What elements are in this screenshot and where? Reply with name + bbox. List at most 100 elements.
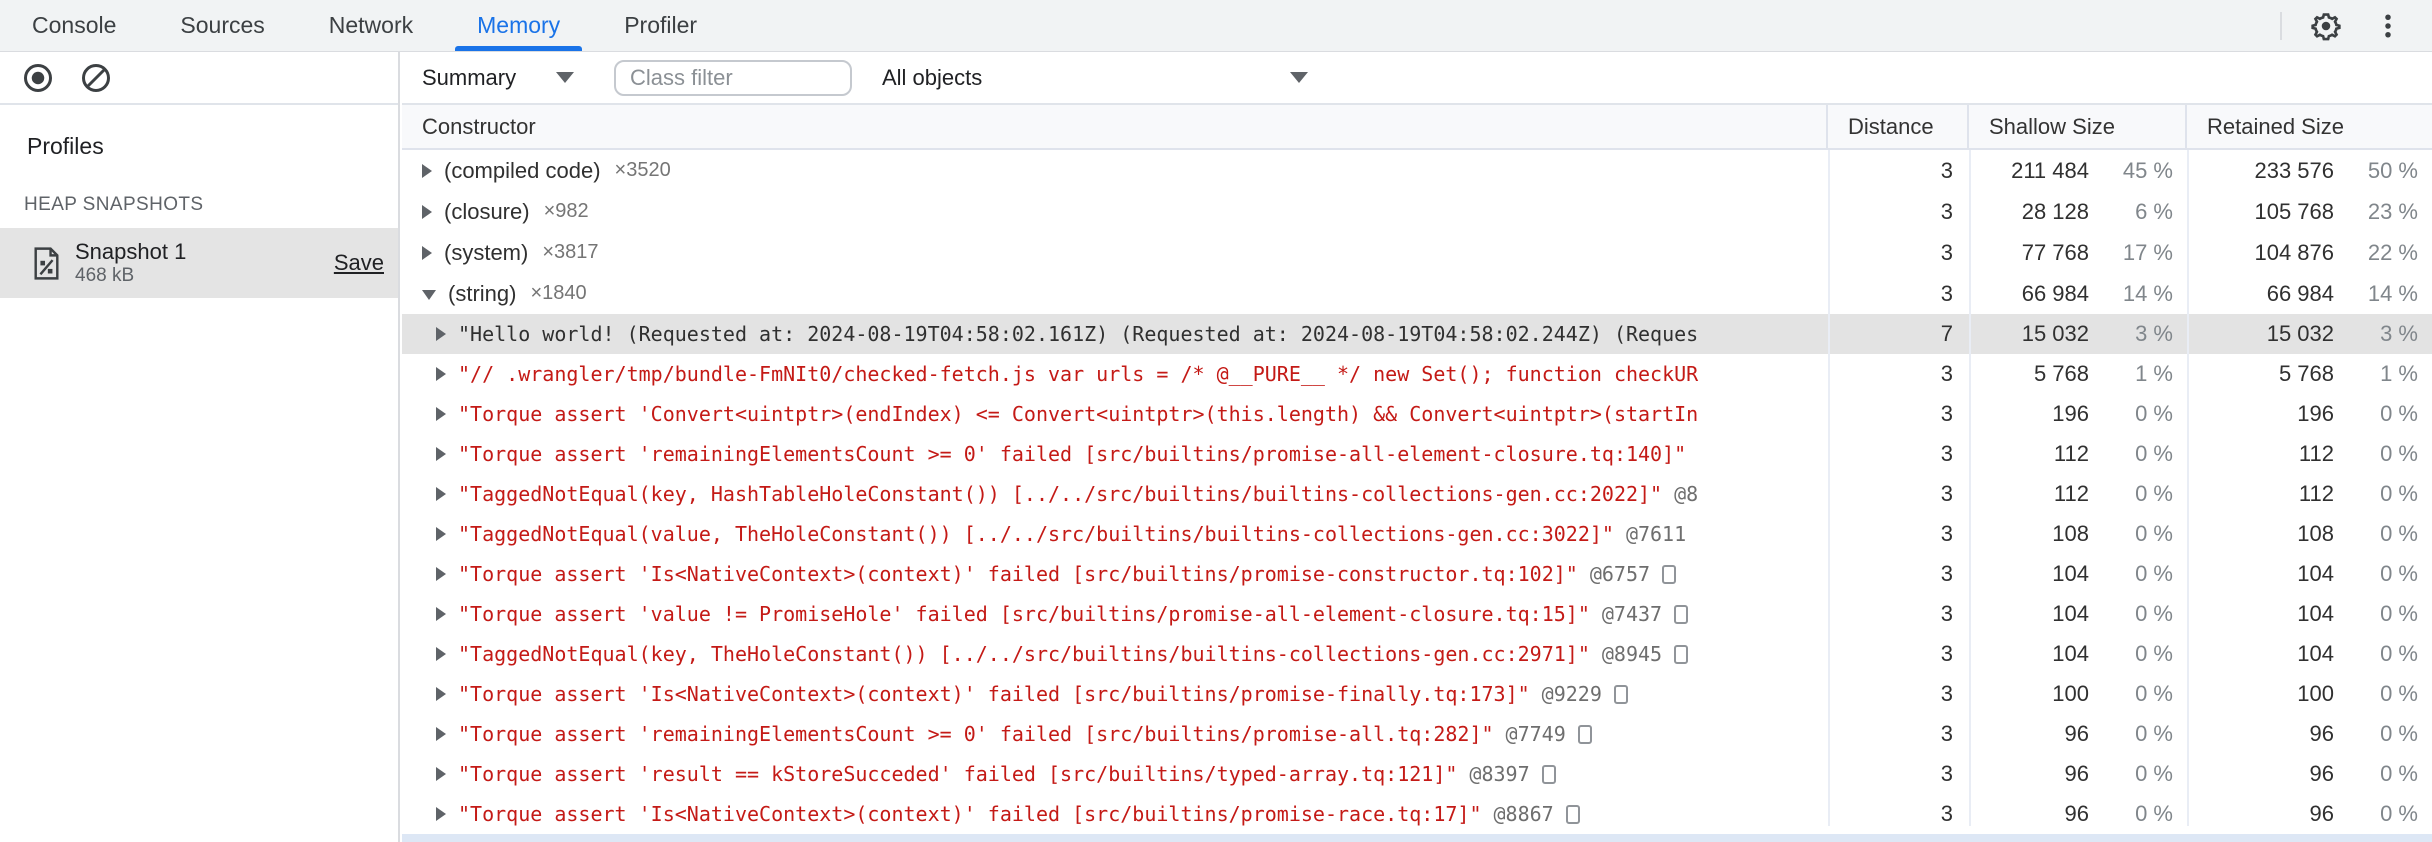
expand-arrow-icon[interactable] bbox=[422, 204, 432, 219]
reveal-icon[interactable] bbox=[1674, 644, 1689, 664]
expand-arrow-icon[interactable] bbox=[436, 567, 446, 581]
expand-arrow-icon[interactable] bbox=[436, 447, 446, 461]
shallow-size-percent: 0 % bbox=[2135, 801, 2173, 826]
shallow-size-percent: 0 % bbox=[2135, 721, 2173, 746]
string-object-row[interactable]: "TaggedNotEqual(key, TheHoleConstant()) … bbox=[402, 634, 2432, 674]
retained-size-percent: 0 % bbox=[2380, 561, 2418, 586]
constructor-name: (system) bbox=[444, 239, 529, 265]
retained-size-percent: 0 % bbox=[2380, 801, 2418, 826]
string-object-row[interactable]: "Torque assert 'value != PromiseHole' fa… bbox=[402, 594, 2432, 634]
reveal-icon[interactable] bbox=[1674, 604, 1689, 624]
column-header-distance[interactable]: Distance bbox=[1828, 105, 1969, 148]
expand-arrow-icon[interactable] bbox=[436, 487, 446, 501]
string-object-row[interactable]: "Torque assert 'remainingElementsCount >… bbox=[402, 434, 2432, 474]
reveal-icon[interactable] bbox=[1662, 564, 1677, 584]
constructor-group-row[interactable]: (string) ×1840 3 66 984 14 % 66 984 14 % bbox=[402, 273, 2432, 314]
expand-arrow-icon[interactable] bbox=[436, 607, 446, 621]
object-id: @8 bbox=[1674, 482, 1699, 506]
toolbar-divider bbox=[2280, 11, 2282, 40]
column-header-constructor[interactable]: Constructor bbox=[402, 105, 1828, 148]
string-object-row[interactable]: "Hello world! (Requested at: 2024-08-19T… bbox=[402, 314, 2432, 354]
shallow-size-value: 5 768 bbox=[2033, 361, 2089, 386]
shallow-size-percent: 0 % bbox=[2135, 561, 2173, 586]
distance-value: 3 bbox=[1940, 198, 1953, 224]
shallow-size-percent: 45 % bbox=[2122, 157, 2173, 183]
string-object-row[interactable]: "TaggedNotEqual(value, TheHoleConstant()… bbox=[402, 514, 2432, 554]
shallow-size-percent: 0 % bbox=[2135, 401, 2173, 426]
instance-count: ×982 bbox=[543, 200, 589, 222]
grid-header: Constructor Distance Shallow Size Retain… bbox=[402, 105, 2432, 150]
string-value: "Torque assert 'Convert<uintptr>(endInde… bbox=[458, 402, 1699, 426]
distance-value: 3 bbox=[1940, 601, 1953, 626]
devtools-tabbar: Console Sources Network Memory Profiler bbox=[0, 0, 2432, 52]
expand-arrow-icon[interactable] bbox=[422, 163, 432, 178]
kebab-menu-icon[interactable] bbox=[2370, 8, 2406, 44]
reveal-icon[interactable] bbox=[1613, 684, 1628, 704]
expand-arrow-icon[interactable] bbox=[436, 767, 446, 781]
distance-value: 3 bbox=[1940, 521, 1953, 546]
class-filter-input[interactable] bbox=[614, 59, 852, 96]
expand-arrow-icon[interactable] bbox=[436, 807, 446, 821]
reveal-icon[interactable] bbox=[1565, 804, 1580, 824]
expand-arrow-icon[interactable] bbox=[436, 407, 446, 421]
expand-arrow-icon[interactable] bbox=[436, 367, 446, 381]
tab-console[interactable]: Console bbox=[0, 0, 148, 51]
distance-value: 3 bbox=[1940, 481, 1953, 506]
tab-sources[interactable]: Sources bbox=[148, 0, 296, 51]
string-object-row[interactable]: "Torque assert 'Is<NativeContext>(contex… bbox=[402, 674, 2432, 714]
distance-value: 3 bbox=[1940, 681, 1953, 706]
expand-arrow-icon[interactable] bbox=[436, 647, 446, 661]
string-object-row[interactable]: "Torque assert 'Is<NativeContext>(contex… bbox=[402, 554, 2432, 594]
shallow-size-percent: 0 % bbox=[2135, 681, 2173, 706]
distance-value: 3 bbox=[1940, 401, 1953, 426]
expand-arrow-icon[interactable] bbox=[436, 727, 446, 741]
perspective-select[interactable]: Summary bbox=[402, 65, 574, 91]
string-object-row[interactable]: "Torque assert 'result == kStoreSucceded… bbox=[402, 754, 2432, 794]
constructor-group-row[interactable]: (compiled code) ×3520 3 211 484 45 % 233 576 5… bbox=[402, 150, 2432, 191]
column-divider bbox=[1969, 150, 1971, 826]
save-snapshot-link[interactable]: Save bbox=[334, 250, 384, 276]
shallow-size-value: 28 128 bbox=[2021, 198, 2089, 224]
tab-network[interactable]: Network bbox=[297, 0, 445, 51]
settings-gear-icon[interactable] bbox=[2308, 8, 2344, 44]
expand-arrow-icon[interactable] bbox=[422, 245, 432, 260]
constructor-group-row[interactable]: (closure) ×982 3 28 128 6 % 105 768 23 % bbox=[402, 191, 2432, 232]
object-id: @7749 bbox=[1505, 722, 1566, 746]
string-object-row[interactable]: "Torque assert 'Is<NativeContext>(contex… bbox=[402, 794, 2432, 834]
reveal-icon[interactable] bbox=[1541, 764, 1556, 784]
retained-size-value: 104 bbox=[2297, 601, 2334, 626]
tab-profiler[interactable]: Profiler bbox=[592, 0, 729, 51]
expand-arrow-icon[interactable] bbox=[436, 687, 446, 701]
string-object-row[interactable]: "// .wrangler/tmp/bundle-FmNIt0/checked-… bbox=[402, 354, 2432, 394]
retained-size-percent: 0 % bbox=[2380, 521, 2418, 546]
shallow-size-value: 104 bbox=[2052, 641, 2089, 666]
shallow-size-value: 96 bbox=[2064, 761, 2089, 786]
retained-size-value: 96 bbox=[2309, 761, 2334, 786]
column-header-shallow-size[interactable]: Shallow Size bbox=[1969, 105, 2187, 148]
retained-size-percent: 0 % bbox=[2380, 641, 2418, 666]
clear-profiles-icon[interactable] bbox=[78, 60, 114, 96]
objects-scope-select[interactable]: All objects bbox=[882, 65, 1314, 91]
shallow-size-percent: 17 % bbox=[2122, 239, 2173, 265]
retained-size-value: 96 bbox=[2309, 801, 2334, 826]
retained-size-value: 100 bbox=[2297, 681, 2334, 706]
retained-size-value: 112 bbox=[2298, 441, 2334, 466]
collapse-arrow-icon[interactable] bbox=[422, 290, 436, 300]
string-object-row[interactable]: "TaggedNotEqual(key, HashTableHoleConsta… bbox=[402, 474, 2432, 514]
string-object-row[interactable]: "Torque assert 'remainingElementsCount >… bbox=[402, 714, 2432, 754]
reveal-icon[interactable] bbox=[1577, 724, 1592, 744]
snapshot-item[interactable]: Snapshot 1 468 kB Save bbox=[0, 228, 398, 298]
string-value: "Torque assert 'Is<NativeContext>(contex… bbox=[458, 562, 1578, 586]
record-heap-snapshot-icon[interactable] bbox=[20, 60, 56, 96]
string-value: "Torque assert 'Is<NativeContext>(contex… bbox=[458, 802, 1482, 826]
objects-scope-value: All objects bbox=[882, 64, 983, 90]
expand-arrow-icon[interactable] bbox=[436, 527, 446, 541]
column-header-retained-size[interactable]: Retained Size bbox=[2187, 105, 2432, 148]
constructor-group-row[interactable]: (system) ×3817 3 77 768 17 % 104 876 22 % bbox=[402, 232, 2432, 273]
snapshot-text: Snapshot 1 468 kB bbox=[75, 239, 186, 287]
column-divider bbox=[1828, 150, 1830, 826]
retained-size-value: 96 bbox=[2309, 721, 2334, 746]
tab-memory[interactable]: Memory bbox=[445, 0, 592, 51]
string-object-row[interactable]: "Torque assert 'Convert<uintptr>(endInde… bbox=[402, 394, 2432, 434]
expand-arrow-icon[interactable] bbox=[436, 327, 446, 341]
